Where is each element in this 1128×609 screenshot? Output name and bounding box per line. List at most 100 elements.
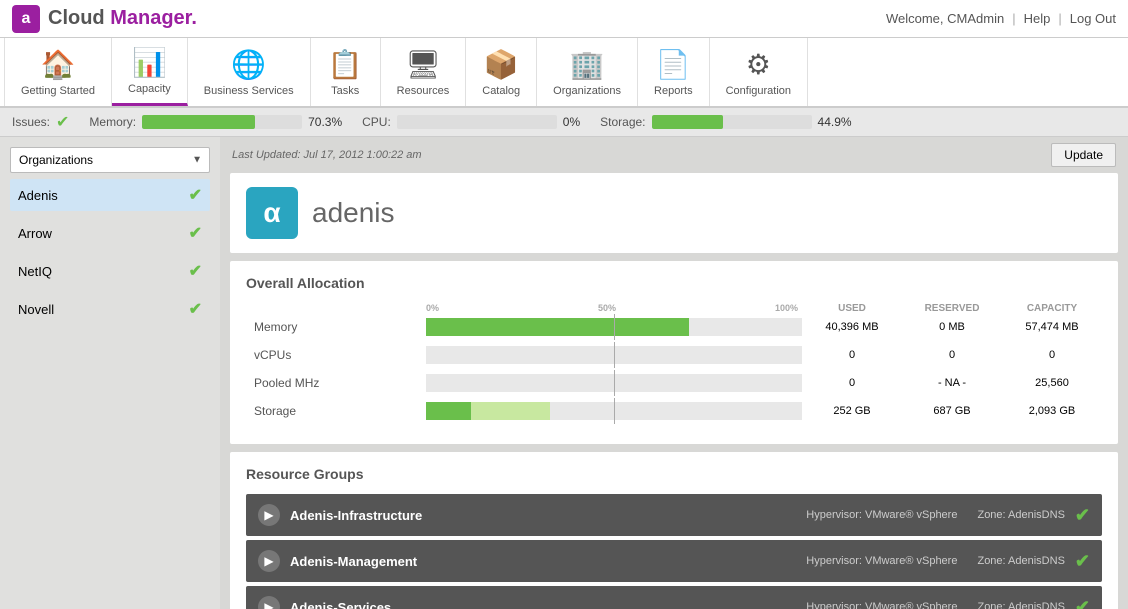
storage-capacity-val: 2,093 GB — [1002, 405, 1102, 417]
tasks-icon: 📋 — [328, 48, 363, 81]
help-link[interactable]: Help — [1024, 11, 1051, 26]
overall-allocation-title: Overall Allocation — [246, 275, 1102, 291]
memory-row-label: Memory — [246, 320, 426, 334]
app-logo: a — [12, 5, 40, 33]
issues-label: Issues: — [12, 115, 50, 129]
content-area: Last Updated: Jul 17, 2012 1:00:22 am Up… — [220, 137, 1128, 609]
sidebar: Organizations Adenis ✔ Arrow ✔ NetIQ ✔ N… — [0, 137, 220, 609]
status-cpu: CPU: 0% — [362, 115, 580, 129]
overall-allocation-card: Overall Allocation 0%50%100% USED RESERV… — [230, 261, 1118, 444]
vcpus-used-val: 0 — [802, 349, 902, 361]
header-right: Welcome, CMAdmin | Help | Log Out — [886, 11, 1116, 26]
org-select-wrap: Organizations — [10, 147, 210, 173]
memory-capacity-val: 57,474 MB — [1002, 321, 1102, 333]
alloc-row-pooledmhz: Pooled MHz 0 - NA - 25,560 — [246, 374, 1102, 392]
sidebar-item-arrow[interactable]: Arrow ✔ — [10, 217, 210, 249]
memory-used-bar — [426, 318, 689, 336]
rg-check-icon-0: ✔ — [1075, 505, 1090, 526]
resource-groups-title: Resource Groups — [246, 466, 1102, 482]
resource-groups-card: Resource Groups ▶ Adenis-Infrastructure … — [230, 452, 1118, 609]
status-issues: Issues: ✔ — [12, 112, 69, 132]
rg-name-1: Adenis-Management — [290, 554, 796, 569]
main: Organizations Adenis ✔ Arrow ✔ NetIQ ✔ N… — [0, 137, 1128, 609]
sidebar-item-netiq[interactable]: NetIQ ✔ — [10, 255, 210, 287]
storage-reserved-val: 687 GB — [902, 405, 1002, 417]
storage-reserved-bar — [471, 402, 550, 420]
sidebar-novell-label: Novell — [18, 302, 54, 317]
novell-check-icon: ✔ — [189, 299, 202, 319]
rg-play-icon-1: ▶ — [258, 550, 280, 572]
rg-info-1: Hypervisor: VMware® vSphere Zone: Adenis… — [806, 555, 1065, 567]
organizations-icon: 🏢 — [570, 48, 605, 81]
rg-info-0: Hypervisor: VMware® vSphere Zone: Adenis… — [806, 509, 1065, 521]
col-used-header: USED — [802, 303, 902, 314]
cpu-pct: 0% — [563, 115, 580, 129]
catalog-icon: 📦 — [484, 48, 519, 81]
nav-getting-started-label: Getting Started — [21, 85, 95, 97]
alloc-row-vcpus: vCPUs 0 0 0 — [246, 346, 1102, 364]
storage-progress-fill — [652, 115, 724, 129]
sidebar-item-novell[interactable]: Novell ✔ — [10, 293, 210, 325]
storage-label: Storage: — [600, 115, 645, 129]
org-dropdown[interactable]: Organizations — [10, 147, 210, 173]
pooledmhz-reserved-val: - NA - — [902, 377, 1002, 389]
rg-info-2: Hypervisor: VMware® vSphere Zone: Adenis… — [806, 601, 1065, 609]
nav-organizations[interactable]: 🏢 Organizations — [537, 38, 638, 106]
welcome-text: Welcome, CMAdmin — [886, 11, 1004, 26]
pooledmhz-used-val: 0 — [802, 377, 902, 389]
rg-play-icon-0: ▶ — [258, 504, 280, 526]
statusbar: Issues: ✔ Memory: 70.3% CPU: 0% Storage:… — [0, 108, 1128, 137]
nav-organizations-label: Organizations — [553, 85, 621, 97]
rg-play-icon-2: ▶ — [258, 596, 280, 609]
memory-progress-bar — [142, 115, 302, 129]
navbar: 🏠 Getting Started 📊 Capacity 🌐 Business … — [0, 38, 1128, 108]
resource-group-item-1[interactable]: ▶ Adenis-Management Hypervisor: VMware® … — [246, 540, 1102, 582]
memory-progress-fill — [142, 115, 254, 129]
storage-pct: 44.9% — [818, 115, 852, 129]
vcpus-capacity-val: 0 — [1002, 349, 1102, 361]
storage-row-label: Storage — [246, 404, 426, 418]
reports-icon: 📄 — [656, 48, 691, 81]
nav-configuration[interactable]: ⚙ Configuration — [710, 38, 808, 106]
org-header-card: α adenis — [230, 173, 1118, 253]
nav-tasks-label: Tasks — [331, 85, 359, 97]
cpu-progress-bar — [397, 115, 557, 129]
content-top-bar: Last Updated: Jul 17, 2012 1:00:22 am Up… — [220, 137, 1128, 173]
app-title: Cloud Manager. — [48, 7, 197, 30]
memory-pct: 70.3% — [308, 115, 342, 129]
header: a Cloud Manager. Welcome, CMAdmin | Help… — [0, 0, 1128, 38]
nav-resources[interactable]: 🖥 Resources — [381, 38, 467, 106]
nav-getting-started[interactable]: 🏠 Getting Started — [4, 38, 112, 106]
sidebar-arrow-label: Arrow — [18, 226, 52, 241]
last-updated-text: Last Updated: Jul 17, 2012 1:00:22 am — [232, 149, 422, 161]
adenis-check-icon: ✔ — [189, 185, 202, 205]
resource-group-item-0[interactable]: ▶ Adenis-Infrastructure Hypervisor: VMwa… — [246, 494, 1102, 536]
status-storage: Storage: 44.9% — [600, 115, 851, 129]
org-name: adenis — [312, 197, 395, 229]
business-icon: 🌐 — [231, 48, 266, 81]
vcpus-bar-area — [426, 346, 802, 364]
sidebar-netiq-label: NetIQ — [18, 264, 52, 279]
nav-business-services[interactable]: 🌐 Business Services — [188, 38, 311, 106]
nav-tasks[interactable]: 📋 Tasks — [311, 38, 381, 106]
sidebar-item-adenis[interactable]: Adenis ✔ — [10, 179, 210, 211]
storage-used-val: 252 GB — [802, 405, 902, 417]
resources-icon: 🖥 — [405, 48, 441, 81]
nav-catalog[interactable]: 📦 Catalog — [466, 38, 537, 106]
update-button[interactable]: Update — [1051, 143, 1116, 167]
memory-bar-area — [426, 318, 802, 336]
nav-capacity[interactable]: 📊 Capacity — [112, 38, 188, 106]
nav-reports[interactable]: 📄 Reports — [638, 38, 710, 106]
alloc-row-storage: Storage 252 GB 687 GB 2,093 GB — [246, 402, 1102, 420]
col-capacity-header: CAPACITY — [1002, 303, 1102, 314]
memory-label: Memory: — [89, 115, 136, 129]
home-icon: 🏠 — [41, 48, 76, 81]
rg-name-0: Adenis-Infrastructure — [290, 508, 796, 523]
rg-check-icon-2: ✔ — [1075, 597, 1090, 609]
nav-business-services-label: Business Services — [204, 85, 294, 97]
rg-check-icon-1: ✔ — [1075, 551, 1090, 572]
alloc-row-memory: Memory 40,396 MB 0 MB 57,474 MB — [246, 318, 1102, 336]
alloc-table-header: 0%50%100% USED RESERVED CAPACITY — [246, 303, 1102, 314]
issues-check-icon: ✔ — [56, 112, 69, 132]
logout-link[interactable]: Log Out — [1070, 11, 1116, 26]
